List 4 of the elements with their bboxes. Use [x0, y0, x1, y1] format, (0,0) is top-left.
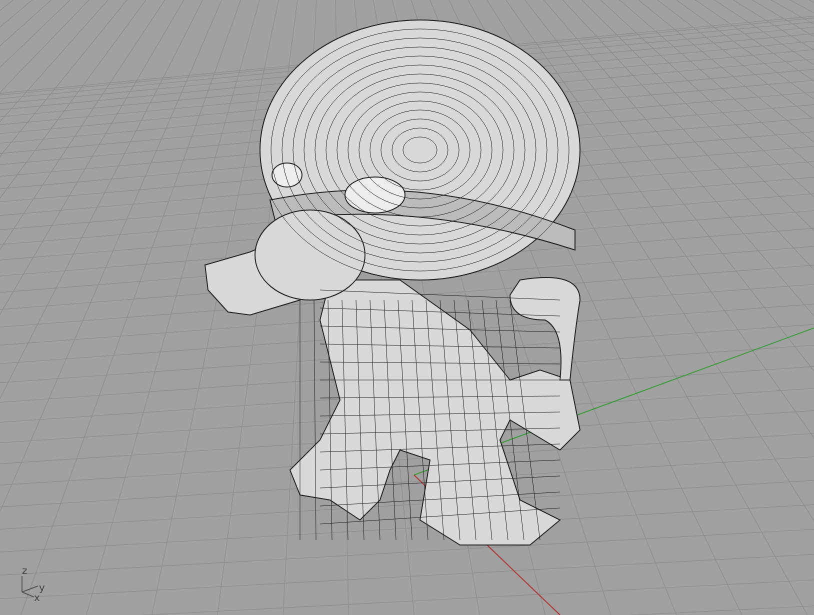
axis-label: z: [22, 566, 28, 577]
axis-label: y: [39, 583, 45, 594]
axis-label: x: [34, 593, 40, 604]
axis-widget-icon: [22, 576, 38, 598]
